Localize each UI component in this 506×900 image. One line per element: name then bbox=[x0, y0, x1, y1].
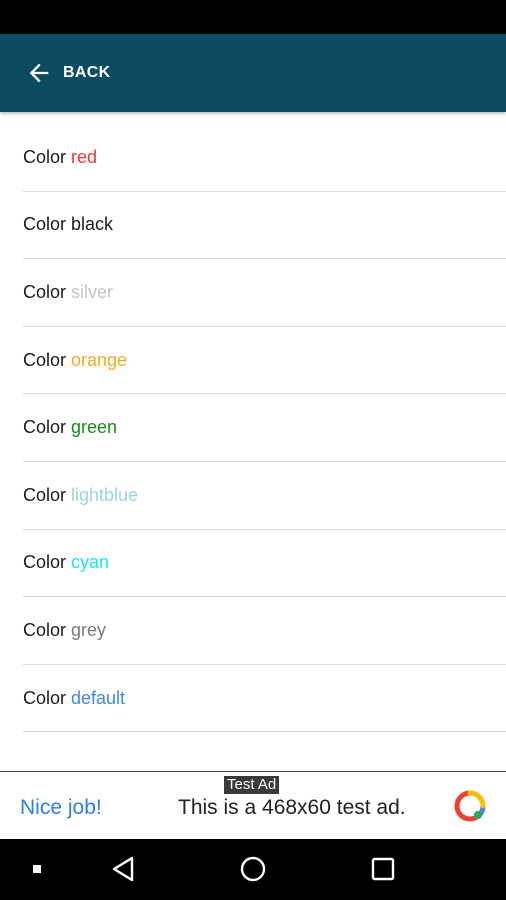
menu-dot-icon[interactable] bbox=[21, 853, 53, 885]
color-name: cyan bbox=[71, 552, 110, 573]
ad-title[interactable]: Nice job! bbox=[20, 796, 102, 820]
color-item-red[interactable]: Color red bbox=[23, 124, 506, 192]
color-prefix: Color bbox=[23, 417, 67, 438]
color-name: red bbox=[71, 146, 98, 167]
recents-square-icon[interactable] bbox=[367, 853, 399, 885]
color-item-green[interactable]: Color green bbox=[23, 394, 506, 462]
color-item-cyan[interactable]: Color cyan bbox=[23, 530, 506, 598]
color-item-lightblue[interactable]: Color lightblue bbox=[23, 462, 506, 530]
app-bar: BACK bbox=[0, 34, 506, 112]
color-prefix: Color bbox=[23, 552, 67, 573]
color-name: green bbox=[71, 417, 118, 438]
color-item-orange[interactable]: Color orange bbox=[23, 327, 506, 395]
navigation-bar bbox=[0, 839, 506, 900]
ad-text: This is a 468x60 test ad. bbox=[178, 796, 406, 819]
color-list: Color red Color black Color silver Color… bbox=[0, 124, 506, 733]
color-name: black bbox=[71, 214, 114, 235]
color-item-default[interactable]: Color default bbox=[23, 665, 506, 733]
color-item-black[interactable]: Color black bbox=[23, 192, 506, 260]
color-item-silver[interactable]: Color silver bbox=[23, 259, 506, 327]
color-prefix: Color bbox=[23, 349, 67, 370]
color-prefix: Color bbox=[23, 281, 67, 302]
ad-choices-logo-icon[interactable] bbox=[453, 789, 487, 823]
color-name: grey bbox=[71, 619, 107, 640]
color-name: default bbox=[71, 687, 126, 708]
color-name: silver bbox=[71, 281, 114, 302]
color-item-grey[interactable]: Color grey bbox=[23, 597, 506, 665]
home-circle-icon[interactable] bbox=[237, 853, 269, 885]
ad-banner[interactable]: Test Ad Nice job! This is a 468x60 test … bbox=[0, 771, 506, 839]
ad-tag: Test Ad bbox=[224, 776, 280, 794]
color-prefix: Color bbox=[23, 214, 67, 235]
color-prefix: Color bbox=[23, 146, 67, 167]
color-prefix: Color bbox=[23, 619, 67, 640]
back-triangle-icon[interactable] bbox=[108, 853, 140, 885]
color-prefix: Color bbox=[23, 484, 67, 505]
arrow-left-icon bbox=[29, 63, 49, 83]
color-prefix: Color bbox=[23, 687, 67, 708]
back-button[interactable]: BACK bbox=[0, 34, 124, 112]
color-name: orange bbox=[71, 349, 128, 370]
status-bar bbox=[0, 0, 506, 34]
color-name: lightblue bbox=[71, 484, 139, 505]
back-label: BACK bbox=[63, 64, 111, 81]
